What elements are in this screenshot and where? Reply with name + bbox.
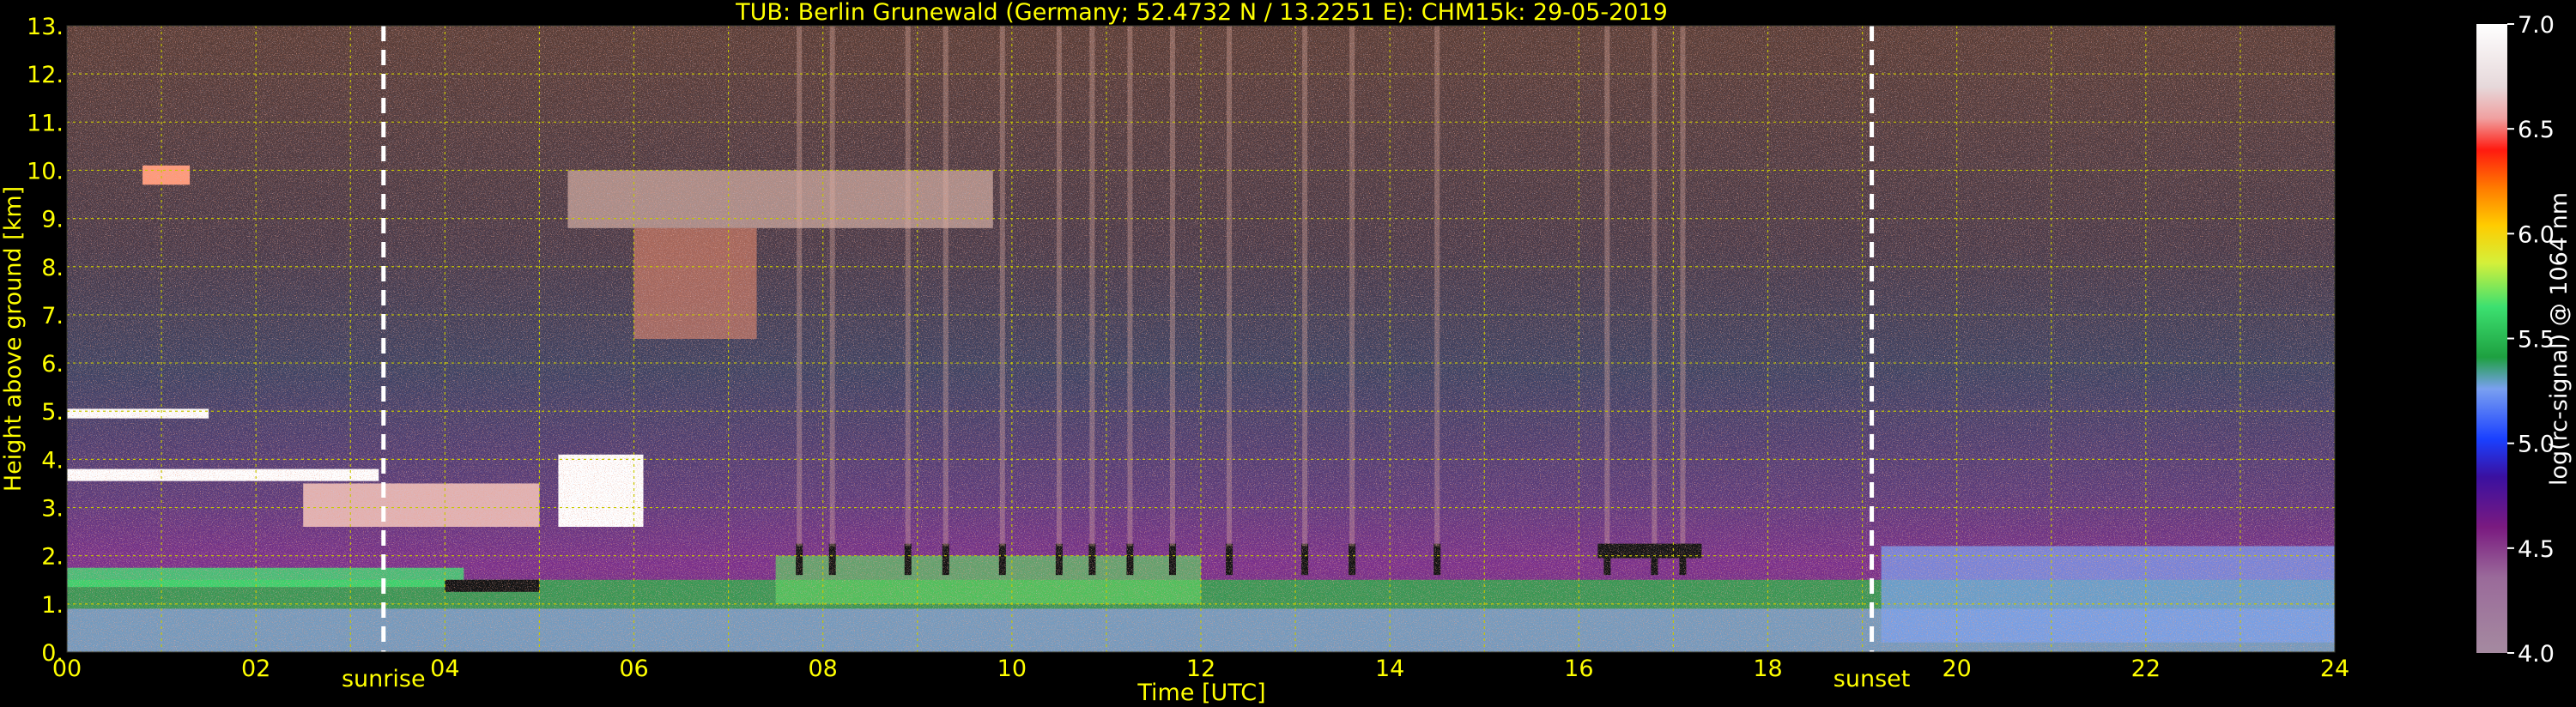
- colorbar-tick-label: 6.5: [2518, 117, 2555, 143]
- y-tick-label: 5.: [41, 399, 64, 426]
- x-tick-label: 04: [430, 656, 459, 682]
- chart-title: TUB: Berlin Grunewald (Germany; 52.4732 …: [735, 0, 1668, 26]
- sunrise-label: sunrise: [342, 666, 426, 692]
- x-tick-label: 12: [1186, 656, 1215, 682]
- y-tick-label: 4.: [41, 447, 64, 474]
- x-tick-label: 06: [619, 656, 648, 682]
- y-tick-label: 10.: [27, 158, 64, 184]
- x-tick-label: 24: [2320, 656, 2349, 682]
- annotation-labels: sunrise sunset: [342, 666, 1910, 692]
- lidar-figure: TUB: Berlin Grunewald (Germany; 52.4732 …: [0, 0, 2573, 706]
- y-tick-label: 3.: [41, 496, 64, 523]
- y-axis-label: Height above ground [km]: [0, 186, 27, 492]
- y-tick-label: 0.: [41, 640, 64, 667]
- colorbar-tick-label: 4.0: [2518, 641, 2555, 668]
- x-tick-label: 20: [1942, 656, 1971, 682]
- x-tick-label: 02: [241, 656, 270, 682]
- x-tick-label: 16: [1564, 656, 1593, 682]
- colorbar: [2476, 24, 2507, 653]
- x-tick-label: 14: [1375, 656, 1404, 682]
- colorbar-tick-label: 7.0: [2518, 12, 2555, 39]
- y-tick-labels: 0. 1. 2. 3. 4. 5. 6. 7. 8. 9. 10. 11. 12. 13.: [27, 14, 64, 667]
- y-tick-label: 7.: [41, 303, 64, 329]
- x-tick-label: 10: [997, 656, 1027, 682]
- colorbar-label: log(rc-signal) @ 1064 nm: [2546, 192, 2573, 486]
- y-tick-label: 13.: [27, 14, 64, 40]
- y-tick-label: 2.: [41, 544, 64, 571]
- x-axis-label: Time [UTC]: [1136, 680, 1265, 706]
- x-tick-label: 08: [808, 656, 837, 682]
- y-tick-label: 8.: [41, 255, 64, 281]
- y-tick-label: 12.: [27, 62, 64, 88]
- plot-area: [67, 26, 2335, 652]
- sunset-label: sunset: [1834, 666, 1911, 692]
- y-tick-label: 11.: [27, 110, 64, 136]
- colorbar-tick-label: 4.5: [2518, 536, 2555, 563]
- y-tick-label: 9.: [41, 207, 64, 233]
- x-tick-label: 22: [2131, 656, 2161, 682]
- x-tick-label: 18: [1753, 656, 1782, 682]
- y-tick-label: 1.: [41, 592, 64, 619]
- y-tick-label: 6.: [41, 351, 64, 378]
